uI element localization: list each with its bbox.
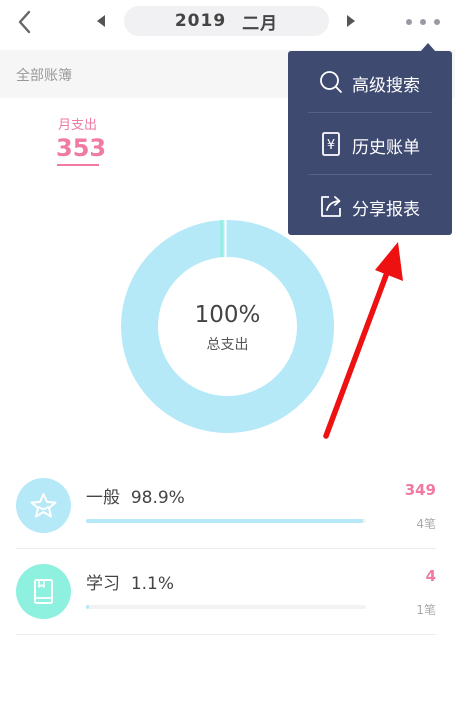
- donut-caption: 总支出: [206, 337, 249, 353]
- next-month-button[interactable]: [344, 13, 358, 29]
- menu-item-label: 历史账单: [352, 138, 420, 158]
- menu-item-label: 高级搜索: [352, 76, 420, 96]
- star-icon: [16, 478, 71, 533]
- monthly-expense-underline: [57, 164, 99, 166]
- category-percent: 98.9%: [130, 488, 185, 508]
- menu-item-label: 分享报表: [352, 200, 420, 220]
- donut-percent: 100%: [194, 302, 261, 328]
- menu-item-history-bills[interactable]: ¥ 历史账单: [288, 113, 452, 174]
- category-count: 1笔: [416, 603, 436, 617]
- category-name: 学习 1.1%: [86, 574, 175, 594]
- category-progress-track: [86, 519, 366, 523]
- category-name: 一般 98.9%: [86, 488, 185, 508]
- chevron-left-icon: [18, 10, 31, 34]
- book-icon: [16, 564, 71, 619]
- category-amount: 4: [425, 567, 436, 585]
- svg-text:¥: ¥: [327, 138, 335, 153]
- top-bar: 2019 二月: [0, 0, 455, 46]
- caret-right-icon: [347, 15, 355, 27]
- menu-item-advanced-search[interactable]: 高级搜索: [288, 51, 452, 112]
- bill-icon: ¥: [322, 132, 340, 156]
- monthly-expense-value[interactable]: 353: [56, 134, 106, 162]
- category-progress-fill: [86, 605, 89, 609]
- caret-left-icon: [97, 15, 105, 27]
- monthly-expense-label: 月支出: [58, 118, 98, 133]
- category-amount: 349: [404, 481, 436, 499]
- more-options-menu: 高级搜索 ¥ 历史账单 分享报表: [288, 51, 452, 235]
- book-selector-label: 全部账簿: [16, 68, 72, 84]
- category-progress-track: [86, 605, 366, 609]
- more-options-button[interactable]: [406, 12, 440, 32]
- year-label: 2019: [174, 11, 227, 31]
- more-dots-icon: [406, 19, 412, 25]
- previous-month-button[interactable]: [94, 13, 108, 29]
- date-selector[interactable]: 2019 二月: [124, 6, 329, 36]
- share-icon: [321, 196, 341, 217]
- back-button[interactable]: [12, 8, 40, 36]
- search-icon: [320, 71, 342, 93]
- menu-item-share-report[interactable]: 分享报表: [288, 175, 452, 236]
- category-percent: 1.1%: [130, 574, 175, 594]
- category-count: 4笔: [416, 517, 436, 531]
- category-row-study[interactable]: 学习 1.1% 4 1笔: [16, 549, 436, 635]
- category-row-general[interactable]: 一般 98.9% 349 4笔: [16, 463, 436, 549]
- category-progress-fill: [86, 519, 363, 523]
- month-label: 二月: [242, 13, 279, 34]
